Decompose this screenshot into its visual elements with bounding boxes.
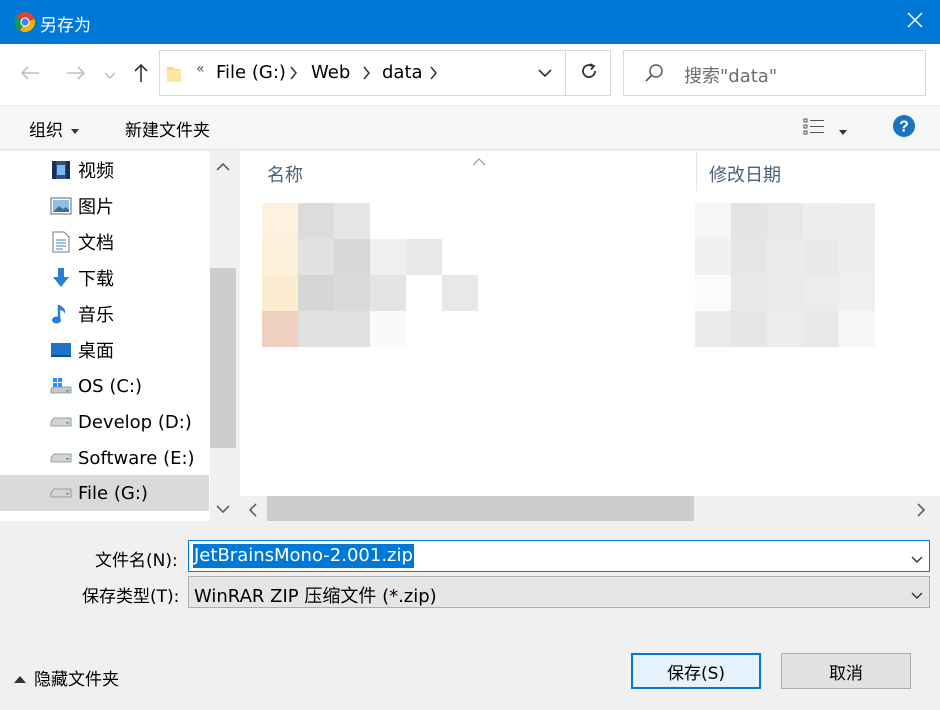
help-button[interactable]: ? — [892, 114, 916, 143]
close-button[interactable] — [890, 0, 940, 44]
search-icon — [644, 63, 664, 88]
hide-folders-toggle[interactable]: 隐藏文件夹 — [14, 665, 119, 690]
drive-icon — [50, 482, 72, 504]
filename-label: 文件名(N): — [95, 551, 178, 571]
search-placeholder: 搜索"data" — [684, 66, 778, 87]
filename-field[interactable]: JetBrainsMono-2.001.zip — [188, 540, 930, 572]
sidebar-item-videos[interactable]: 视频 — [0, 152, 209, 188]
desktop-icon — [50, 339, 72, 361]
chevron-left-icon[interactable] — [248, 502, 258, 522]
download-icon — [50, 267, 72, 289]
folder-icon — [166, 64, 182, 89]
filetype-label: 保存类型(T): — [82, 587, 180, 607]
sidebar-item-os-c[interactable]: OS (C:) — [0, 368, 209, 404]
sidebar-item-documents[interactable]: 文档 — [0, 224, 209, 260]
title-bar: 另存为 — [0, 0, 940, 44]
close-icon — [907, 11, 923, 33]
command-toolbar: 组织 新建文件夹 — [0, 106, 940, 150]
file-list[interactable]: 名称 修改日期 — [240, 151, 940, 522]
pictures-icon — [50, 195, 72, 217]
documents-icon — [50, 231, 72, 253]
sidebar-item-label: 音乐 — [78, 305, 114, 326]
cancel-button[interactable]: 取消 — [781, 653, 911, 689]
chevron-right-icon[interactable] — [363, 65, 371, 85]
music-icon — [50, 303, 72, 325]
change-view-button[interactable] — [803, 117, 847, 142]
sidebar-item-label: 下载 — [78, 269, 114, 290]
refresh-button[interactable] — [565, 51, 611, 95]
sidebar-item-label: 视频 — [78, 161, 114, 182]
sidebar-item-label: File (G:) — [78, 482, 148, 504]
arrow-left-icon — [20, 65, 40, 86]
back-button[interactable] — [16, 60, 44, 90]
sidebar-scroll-thumb[interactable] — [210, 268, 236, 448]
chrome-icon — [14, 11, 36, 33]
search-input[interactable]: 搜索"data" — [623, 50, 926, 96]
column-header-name[interactable]: 名称 — [267, 161, 303, 187]
chevron-down-icon — [911, 585, 923, 605]
chevron-up-icon[interactable] — [216, 157, 230, 177]
sidebar-item-label: 图片 — [78, 197, 114, 218]
drive-icon — [50, 411, 72, 433]
windows-drive-icon — [50, 375, 72, 397]
chevron-right-icon[interactable] — [916, 502, 926, 522]
caret-down-icon — [839, 120, 847, 140]
chevron-down-icon — [104, 65, 116, 85]
sidebar-item-pictures[interactable]: 图片 — [0, 188, 209, 224]
window-title: 另存为 — [40, 16, 91, 36]
navigation-pane: 视频 图片 文档 下载 音乐 桌面 OS (C:) Develop (D:) S… — [0, 151, 236, 521]
help-label: ? — [899, 119, 909, 136]
chevron-right-icon[interactable] — [430, 65, 438, 85]
sidebar-item-label: OS (C:) — [78, 375, 142, 397]
breadcrumb-web[interactable]: Web — [311, 62, 350, 83]
up-button[interactable] — [128, 60, 154, 90]
hide-folders-label: 隐藏文件夹 — [34, 670, 119, 690]
sidebar-scrollbar[interactable] — [210, 151, 236, 521]
column-divider[interactable] — [696, 151, 697, 191]
organize-label: 组织 — [29, 121, 63, 141]
chevron-right-icon[interactable] — [290, 65, 298, 85]
address-history-dropdown[interactable] — [525, 51, 565, 95]
refresh-icon — [580, 62, 598, 85]
sidebar-item-label: 桌面 — [78, 341, 114, 362]
sidebar-item-file-g[interactable]: File (G:) — [0, 475, 209, 511]
recent-locations-button[interactable] — [100, 60, 120, 90]
sidebar-item-downloads[interactable]: 下载 — [0, 260, 209, 296]
chevron-up-icon — [14, 668, 26, 688]
breadcrumb-drive[interactable]: File (G:) — [216, 62, 286, 83]
filename-value[interactable]: JetBrainsMono-2.001.zip — [193, 544, 414, 568]
navigation-bar: « File (G:) Web data 搜索"data" — [0, 44, 940, 106]
chevron-down-icon[interactable] — [216, 499, 230, 519]
organize-menu-button[interactable]: 组织 — [29, 116, 79, 141]
address-bar[interactable]: « File (G:) Web data — [159, 50, 611, 96]
sidebar-item-software-e[interactable]: Software (E:) — [0, 440, 209, 476]
filetype-select[interactable]: WinRAR ZIP 压缩文件 (*.zip) — [188, 576, 930, 608]
filetype-value: WinRAR ZIP 压缩文件 (*.zip) — [194, 586, 437, 607]
sidebar-item-develop-d[interactable]: Develop (D:) — [0, 404, 209, 440]
arrow-up-icon — [133, 63, 149, 88]
address-overflow[interactable]: « — [196, 61, 205, 77]
sidebar-item-label: Develop (D:) — [78, 411, 192, 433]
sort-ascending-icon — [472, 151, 486, 171]
chevron-down-icon — [538, 63, 552, 83]
sidebar-item-label: Software (E:) — [78, 447, 195, 469]
caret-down-icon — [71, 119, 79, 139]
save-form: 文件名(N): JetBrainsMono-2.001.zip 保存类型(T):… — [0, 521, 940, 710]
chevron-down-icon[interactable] — [911, 549, 923, 569]
file-list-scroll-thumb[interactable] — [267, 496, 694, 522]
drive-icon — [50, 447, 72, 469]
file-list-scrollbar[interactable] — [240, 496, 940, 522]
sidebar-item-music[interactable]: 音乐 — [0, 296, 209, 332]
sidebar-item-label: 文档 — [78, 233, 114, 254]
forward-button[interactable] — [62, 60, 90, 90]
new-folder-button[interactable]: 新建文件夹 — [125, 116, 210, 141]
breadcrumb-data[interactable]: data — [382, 62, 423, 83]
save-button[interactable]: 保存(S) — [631, 653, 761, 689]
details-view-icon — [803, 117, 825, 142]
arrow-right-icon — [66, 65, 86, 86]
column-header-modified[interactable]: 修改日期 — [709, 161, 781, 187]
video-icon — [50, 159, 72, 181]
sidebar-item-desktop[interactable]: 桌面 — [0, 332, 209, 368]
